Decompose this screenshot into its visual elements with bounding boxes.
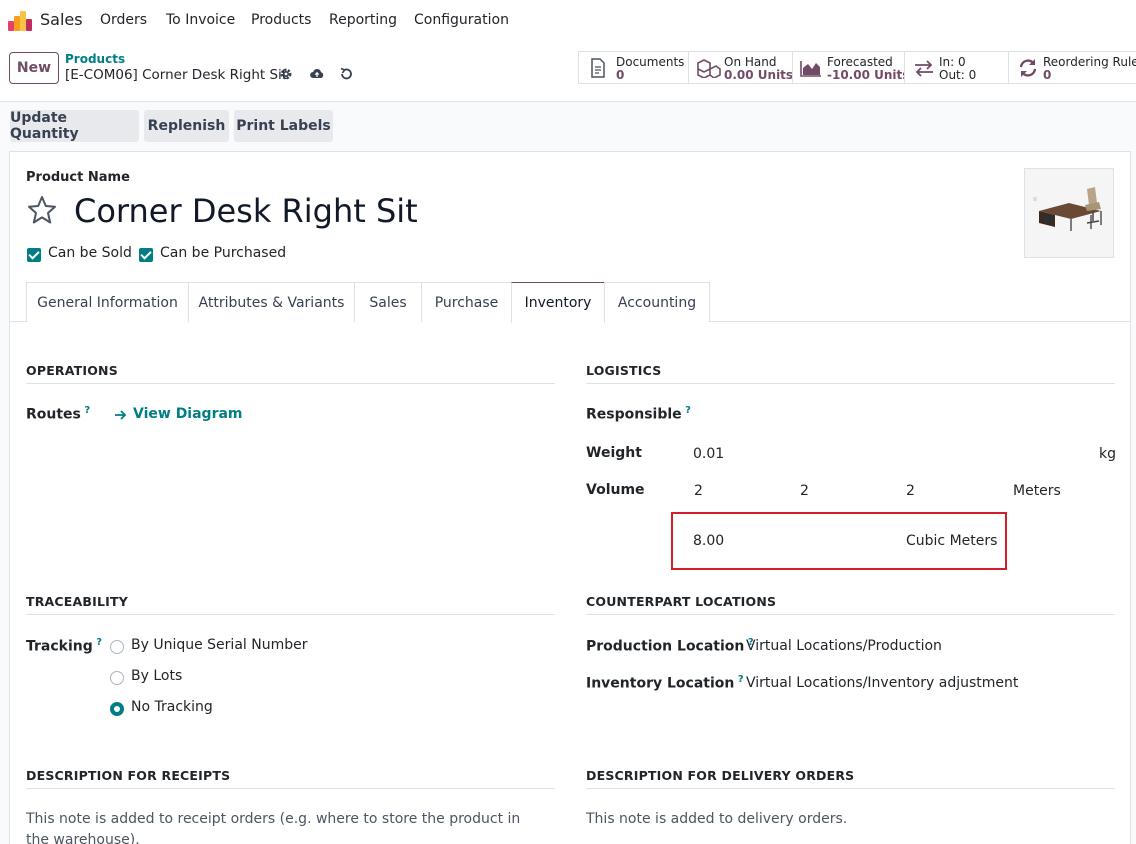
stat-on-hand[interactable]: On Hand 0.00 Units	[688, 51, 793, 84]
menu-configuration[interactable]: Configuration	[414, 12, 509, 28]
volume-value: 8.00	[693, 533, 725, 549]
refresh-icon	[1019, 59, 1037, 77]
area-chart-icon	[800, 61, 821, 77]
control-panel: New Products [E-COM06] Corner Desk Right…	[0, 40, 1136, 102]
cubes-icon	[697, 59, 721, 78]
stat-forecasted[interactable]: Forecasted -10.00 Units	[792, 51, 909, 84]
help-tooltip-icon: ?	[92, 637, 103, 648]
width-input[interactable]: 2	[800, 483, 809, 499]
new-button[interactable]: New	[9, 52, 59, 84]
stat-in-label: In: 0	[939, 55, 966, 69]
stat-forecasted-value: -10.00 Units	[827, 68, 910, 82]
app-logo-icon[interactable]	[8, 9, 32, 31]
dimension-unit: Meters	[1013, 483, 1061, 499]
gear-icon[interactable]	[278, 66, 294, 82]
tab-sales[interactable]: Sales	[354, 282, 422, 322]
exchange-icon	[915, 60, 933, 77]
product-name-field[interactable]: Corner Desk Right Sit	[74, 192, 418, 230]
volume-unit: Cubic Meters	[906, 533, 998, 549]
can-be-sold-label: Can be Sold	[48, 245, 132, 261]
stat-reordering-rules[interactable]: Reordering Rules 0	[1008, 51, 1136, 84]
help-tooltip-icon: ?	[681, 405, 691, 416]
height-input[interactable]: 2	[906, 483, 915, 499]
arrow-right-icon	[115, 410, 127, 420]
receipts-description-heading: DESCRIPTION FOR RECEIPTS	[26, 768, 555, 789]
production-location-label: Production Location ?	[586, 637, 754, 655]
tab-purchase[interactable]: Purchase	[421, 282, 512, 322]
stat-out-label: Out: 0	[939, 68, 977, 82]
production-location-field[interactable]: Virtual Locations/Production	[746, 638, 942, 654]
radio-no-tracking-label: No Tracking	[131, 699, 213, 715]
radio-by-lots[interactable]	[110, 671, 124, 685]
can-be-sold-checkbox[interactable]	[27, 248, 41, 262]
weight-unit: kg	[1099, 446, 1116, 462]
desk-image-icon	[1025, 169, 1113, 257]
stat-reordering-label: Reordering Rules	[1043, 55, 1136, 69]
stat-on-hand-value: 0.00 Units	[724, 68, 794, 82]
update-quantity-button[interactable]: Update Quantity	[10, 110, 139, 142]
discard-icon[interactable]	[338, 66, 354, 82]
stat-forecasted-label: Forecasted	[827, 55, 893, 69]
stat-on-hand-label: On Hand	[724, 55, 777, 69]
routes-label: Routes ?	[26, 405, 91, 423]
inventory-location-label: Inventory Location ?	[586, 674, 744, 692]
app-name[interactable]: Sales	[40, 10, 83, 29]
replenish-button[interactable]: Replenish	[144, 110, 229, 142]
operations-heading: OPERATIONS	[26, 363, 555, 384]
tab-general-information[interactable]: General Information	[26, 282, 189, 322]
menu-products[interactable]: Products	[251, 12, 311, 28]
star-icon[interactable]	[26, 194, 58, 226]
tracking-label: Tracking ?	[26, 637, 103, 655]
stat-documents-value: 0	[616, 68, 625, 82]
can-be-purchased-label: Can be Purchased	[160, 245, 287, 261]
responsible-label: Responsible ?	[586, 405, 691, 423]
product-name-label: Product Name	[26, 170, 130, 185]
stat-reordering-value: 0	[1043, 68, 1052, 82]
logistics-heading: LOGISTICS	[586, 363, 1115, 384]
can-be-purchased-checkbox[interactable]	[139, 248, 153, 262]
product-form-sheet: Product Name Corner Desk Right Sit Can b…	[9, 151, 1131, 844]
help-tooltip-icon: ?	[734, 674, 744, 685]
menu-to-invoice[interactable]: To Invoice	[166, 12, 235, 28]
menu-orders[interactable]: Orders	[100, 12, 147, 28]
menu-reporting[interactable]: Reporting	[329, 12, 397, 28]
cloud-upload-icon[interactable]	[309, 66, 325, 82]
breadcrumb-current: [E-COM06] Corner Desk Right Sit	[65, 67, 288, 83]
tab-attributes-variants[interactable]: Attributes & Variants	[188, 282, 355, 322]
stat-documents[interactable]: Documents 0	[578, 51, 689, 84]
traceability-heading: TRACEABILITY	[26, 594, 555, 615]
print-labels-button[interactable]: Print Labels	[234, 110, 333, 142]
radio-no-tracking[interactable]	[110, 702, 124, 716]
weight-input[interactable]: 0.01	[693, 446, 724, 462]
radio-by-lots-label: By Lots	[131, 668, 183, 684]
notebook-tabs: General Information Attributes & Variant…	[10, 282, 1130, 323]
tab-accounting[interactable]: Accounting	[604, 282, 710, 322]
radio-serial-number[interactable]	[110, 640, 124, 654]
weight-label: Weight	[586, 445, 642, 461]
delivery-description-heading: DESCRIPTION FOR DELIVERY ORDERS	[586, 768, 1115, 789]
help-tooltip-icon: ?	[80, 405, 91, 416]
stat-documents-label: Documents	[616, 55, 685, 69]
radio-serial-number-label: By Unique Serial Number	[131, 637, 308, 653]
receipts-description-field[interactable]: This note is added to receipt orders (e.…	[26, 809, 526, 844]
top-navbar: Sales Orders To Invoice Products Reporti…	[0, 0, 1136, 40]
document-icon	[591, 58, 605, 78]
tab-inventory[interactable]: Inventory	[511, 282, 605, 323]
length-input[interactable]: 2	[694, 483, 703, 499]
product-image[interactable]	[1024, 168, 1114, 258]
counterpart-locations-heading: COUNTERPART LOCATIONS	[586, 594, 1115, 615]
inventory-location-field[interactable]: Virtual Locations/Inventory adjustment	[746, 675, 1018, 691]
view-diagram-link[interactable]: View Diagram	[133, 406, 243, 422]
volume-label: Volume	[586, 482, 645, 498]
stat-in-out[interactable]: In: 0 Out: 0	[904, 51, 1009, 84]
breadcrumb-products-link[interactable]: Products	[65, 52, 125, 66]
delivery-description-field[interactable]: This note is added to delivery orders.	[586, 809, 1086, 830]
